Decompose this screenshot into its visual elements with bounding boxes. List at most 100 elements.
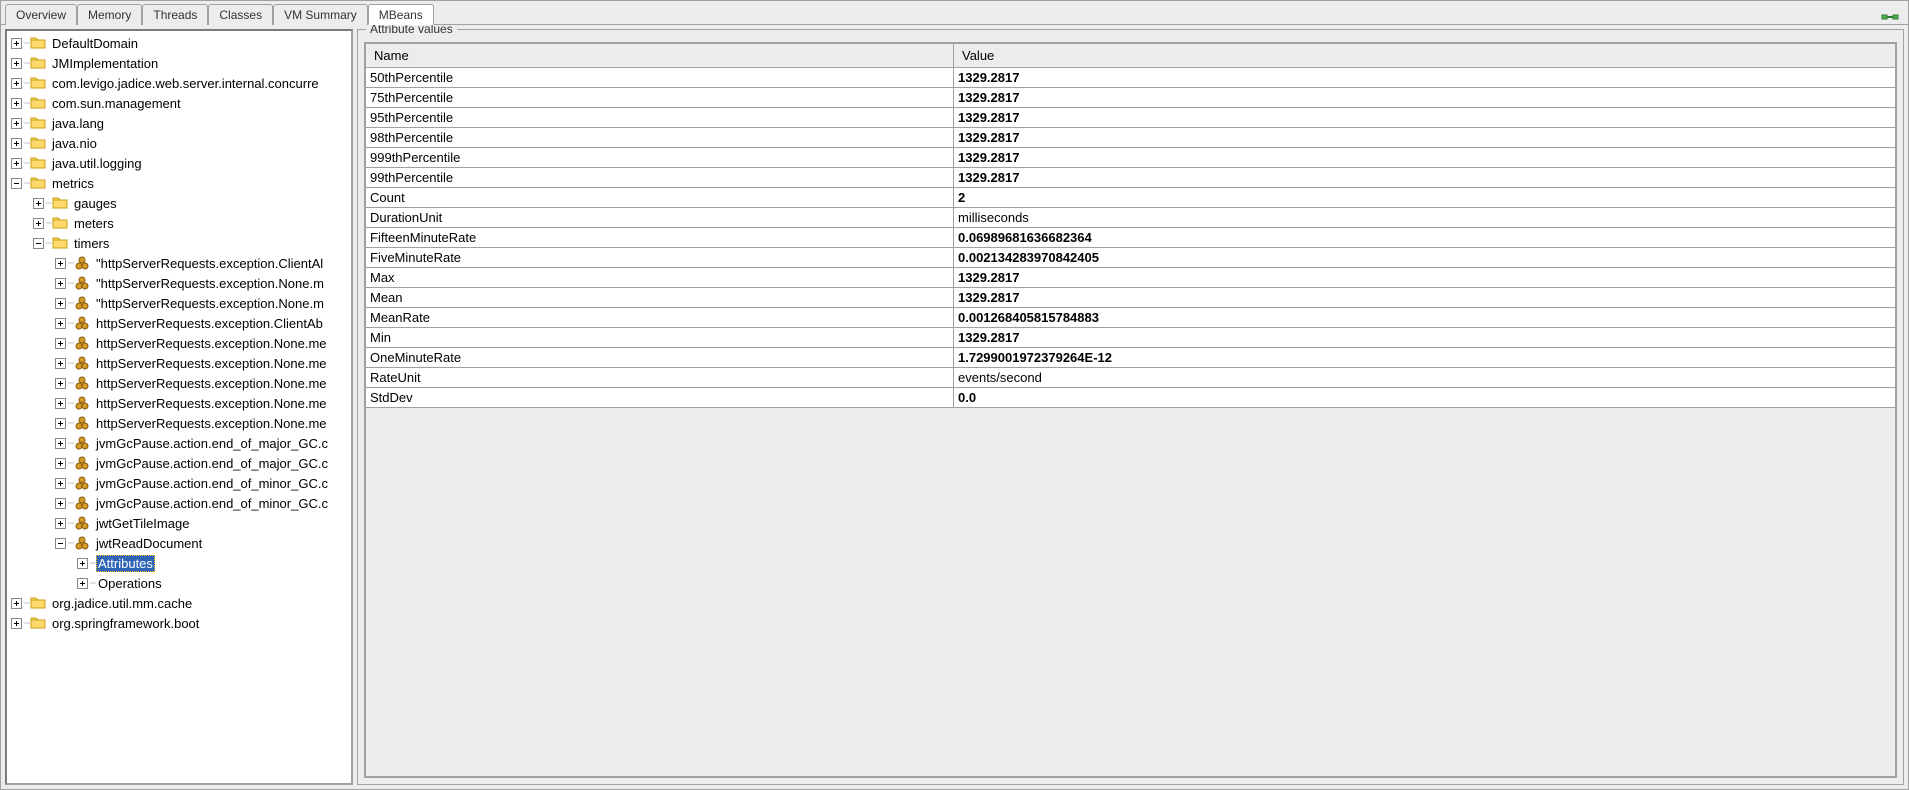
tree-row[interactable]: "httpServerRequests.exception.None.m bbox=[7, 293, 351, 313]
attr-value-cell[interactable]: 2 bbox=[954, 188, 1896, 208]
attribute-table[interactable]: Name Value 50thPercentile1329.281775thPe… bbox=[365, 43, 1896, 408]
attr-value-cell[interactable]: 0.06989681636682364 bbox=[954, 228, 1896, 248]
tree-label[interactable]: "httpServerRequests.exception.ClientAl bbox=[94, 256, 325, 271]
attr-name-cell[interactable]: Mean bbox=[366, 288, 954, 308]
tree-row[interactable]: httpServerRequests.exception.None.me bbox=[7, 353, 351, 373]
attr-value-cell[interactable]: 1329.2817 bbox=[954, 148, 1896, 168]
tree-row[interactable]: jwtGetTileImage bbox=[7, 513, 351, 533]
tree-row[interactable]: httpServerRequests.exception.ClientAb bbox=[7, 313, 351, 333]
tree-row[interactable]: "httpServerRequests.exception.ClientAl bbox=[7, 253, 351, 273]
attr-name-cell[interactable]: RateUnit bbox=[366, 368, 954, 388]
tree-label[interactable]: gauges bbox=[72, 196, 119, 211]
tree-label[interactable]: jvmGcPause.action.end_of_major_GC.c bbox=[94, 456, 330, 471]
tree-row[interactable]: timers bbox=[7, 233, 351, 253]
table-row[interactable]: 999thPercentile1329.2817 bbox=[366, 148, 1896, 168]
expand-icon[interactable] bbox=[55, 478, 66, 489]
expand-icon[interactable] bbox=[55, 298, 66, 309]
collapse-icon[interactable] bbox=[33, 238, 44, 249]
tree-label[interactable]: Operations bbox=[96, 576, 164, 591]
tree-row[interactable]: httpServerRequests.exception.None.me bbox=[7, 373, 351, 393]
tree-label[interactable]: meters bbox=[72, 216, 116, 231]
tree-row[interactable]: jvmGcPause.action.end_of_minor_GC.c bbox=[7, 473, 351, 493]
tree-row[interactable]: org.jadice.util.mm.cache bbox=[7, 593, 351, 613]
tab-memory[interactable]: Memory bbox=[77, 4, 142, 25]
attr-value-cell[interactable]: 1329.2817 bbox=[954, 128, 1896, 148]
tab-overview[interactable]: Overview bbox=[5, 4, 77, 25]
tree-row[interactable]: gauges bbox=[7, 193, 351, 213]
attr-value-cell[interactable]: events/second bbox=[954, 368, 1896, 388]
tree-row[interactable]: java.lang bbox=[7, 113, 351, 133]
attr-name-cell[interactable]: 98thPercentile bbox=[366, 128, 954, 148]
attr-value-cell[interactable]: 1329.2817 bbox=[954, 68, 1896, 88]
tree-label[interactable]: com.sun.management bbox=[50, 96, 183, 111]
tree-label[interactable]: httpServerRequests.exception.ClientAb bbox=[94, 316, 325, 331]
attr-value-cell[interactable]: 1329.2817 bbox=[954, 108, 1896, 128]
expand-icon[interactable] bbox=[55, 398, 66, 409]
expand-icon[interactable] bbox=[55, 518, 66, 529]
tree-label[interactable]: JMImplementation bbox=[50, 56, 160, 71]
mbean-tree[interactable]: DefaultDomain JMImplementation com.levig… bbox=[7, 31, 351, 635]
expand-icon[interactable] bbox=[55, 378, 66, 389]
tree-row[interactable]: httpServerRequests.exception.None.me bbox=[7, 333, 351, 353]
tree-label[interactable]: httpServerRequests.exception.None.me bbox=[94, 396, 329, 411]
tree-row[interactable]: jwtReadDocument bbox=[7, 533, 351, 553]
table-row[interactable]: 75thPercentile1329.2817 bbox=[366, 88, 1896, 108]
attr-value-cell[interactable]: 1.7299001972379264E-12 bbox=[954, 348, 1896, 368]
expand-icon[interactable] bbox=[77, 558, 88, 569]
expand-icon[interactable] bbox=[33, 218, 44, 229]
expand-icon[interactable] bbox=[11, 118, 22, 129]
tree-label[interactable]: DefaultDomain bbox=[50, 36, 140, 51]
attr-name-cell[interactable]: Min bbox=[366, 328, 954, 348]
table-row[interactable]: FifteenMinuteRate0.06989681636682364 bbox=[366, 228, 1896, 248]
tree-label[interactable]: org.jadice.util.mm.cache bbox=[50, 596, 194, 611]
expand-icon[interactable] bbox=[11, 138, 22, 149]
table-row[interactable]: RateUnitevents/second bbox=[366, 368, 1896, 388]
table-row[interactable]: Mean1329.2817 bbox=[366, 288, 1896, 308]
attr-value-cell[interactable]: 1329.2817 bbox=[954, 328, 1896, 348]
tree-row[interactable]: Attributes bbox=[7, 553, 351, 573]
expand-icon[interactable] bbox=[11, 78, 22, 89]
expand-icon[interactable] bbox=[33, 198, 44, 209]
table-row[interactable]: DurationUnitmilliseconds bbox=[366, 208, 1896, 228]
attr-name-cell[interactable]: StdDev bbox=[366, 388, 954, 408]
attr-name-cell[interactable]: 75thPercentile bbox=[366, 88, 954, 108]
table-row[interactable]: 98thPercentile1329.2817 bbox=[366, 128, 1896, 148]
tree-label[interactable]: java.nio bbox=[50, 136, 99, 151]
table-row[interactable]: FiveMinuteRate0.002134283970842405 bbox=[366, 248, 1896, 268]
table-row[interactable]: Min1329.2817 bbox=[366, 328, 1896, 348]
tree-label[interactable]: timers bbox=[72, 236, 111, 251]
expand-icon[interactable] bbox=[11, 158, 22, 169]
tree-row[interactable]: httpServerRequests.exception.None.me bbox=[7, 393, 351, 413]
attr-value-cell[interactable]: 0.002134283970842405 bbox=[954, 248, 1896, 268]
tree-label[interactable]: httpServerRequests.exception.None.me bbox=[94, 376, 329, 391]
column-header-value[interactable]: Value bbox=[954, 44, 1896, 68]
attr-name-cell[interactable]: DurationUnit bbox=[366, 208, 954, 228]
expand-icon[interactable] bbox=[55, 418, 66, 429]
attr-name-cell[interactable]: MeanRate bbox=[366, 308, 954, 328]
tab-classes[interactable]: Classes bbox=[208, 4, 273, 25]
table-row[interactable]: Max1329.2817 bbox=[366, 268, 1896, 288]
table-row[interactable]: StdDev0.0 bbox=[366, 388, 1896, 408]
tree-label[interactable]: jvmGcPause.action.end_of_major_GC.c bbox=[94, 436, 330, 451]
table-row[interactable]: 99thPercentile1329.2817 bbox=[366, 168, 1896, 188]
tree-row[interactable]: com.sun.management bbox=[7, 93, 351, 113]
attr-name-cell[interactable]: FiveMinuteRate bbox=[366, 248, 954, 268]
expand-icon[interactable] bbox=[55, 498, 66, 509]
tree-label[interactable]: jvmGcPause.action.end_of_minor_GC.c bbox=[94, 496, 330, 511]
column-header-name[interactable]: Name bbox=[366, 44, 954, 68]
tree-label[interactable]: com.levigo.jadice.web.server.internal.co… bbox=[50, 76, 321, 91]
tree-row[interactable]: java.util.logging bbox=[7, 153, 351, 173]
expand-icon[interactable] bbox=[11, 38, 22, 49]
expand-icon[interactable] bbox=[55, 278, 66, 289]
attr-value-cell[interactable]: milliseconds bbox=[954, 208, 1896, 228]
table-row[interactable]: Count2 bbox=[366, 188, 1896, 208]
expand-icon[interactable] bbox=[55, 318, 66, 329]
tree-row[interactable]: "httpServerRequests.exception.None.m bbox=[7, 273, 351, 293]
tree-label[interactable]: jwtGetTileImage bbox=[94, 516, 191, 531]
collapse-icon[interactable] bbox=[55, 538, 66, 549]
expand-icon[interactable] bbox=[55, 258, 66, 269]
attr-name-cell[interactable]: Max bbox=[366, 268, 954, 288]
table-row[interactable]: 95thPercentile1329.2817 bbox=[366, 108, 1896, 128]
attr-name-cell[interactable]: 999thPercentile bbox=[366, 148, 954, 168]
tree-row[interactable]: jvmGcPause.action.end_of_major_GC.c bbox=[7, 433, 351, 453]
